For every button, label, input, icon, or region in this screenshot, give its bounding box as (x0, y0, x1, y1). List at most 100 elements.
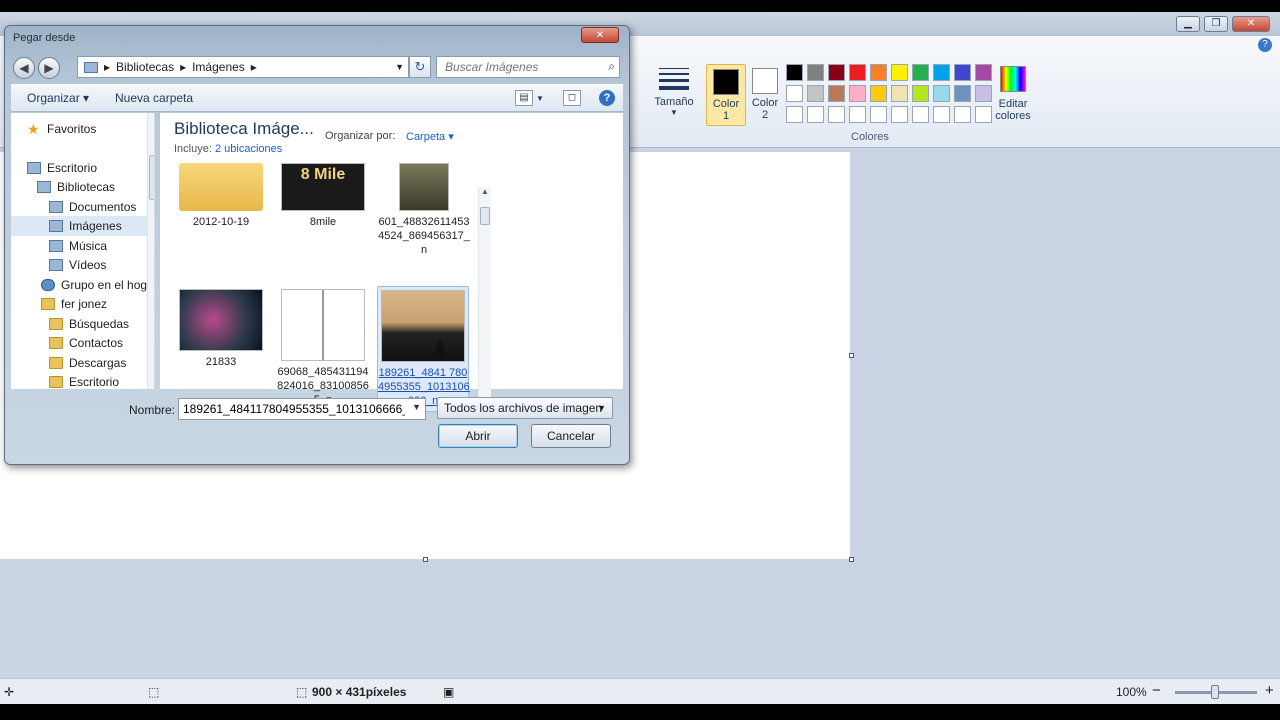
scroll-up-icon[interactable]: ▲ (481, 187, 489, 196)
nav-item-bibliotecas[interactable]: Bibliotecas (37, 177, 115, 197)
locations-link[interactable]: 2 ubicaciones (215, 143, 282, 155)
palette-swatch[interactable] (891, 106, 908, 123)
palette-swatch[interactable] (912, 64, 929, 81)
palette-swatch[interactable] (912, 106, 929, 123)
open-button[interactable]: Abrir (438, 424, 518, 448)
nav-item-fer-jonez[interactable]: fer jonez (41, 294, 107, 314)
nav-item-escritorio[interactable]: Escritorio (27, 158, 97, 178)
resize-handle-right[interactable] (849, 353, 854, 358)
palette-swatch[interactable] (933, 85, 950, 102)
palette-swatch[interactable] (828, 64, 845, 81)
help-icon[interactable]: ? (1258, 38, 1272, 52)
nav-item-videos[interactable]: Vídeos (49, 255, 106, 275)
address-bar[interactable]: ▸ Bibliotecas ▸ Imágenes ▸ ▼ (77, 56, 409, 78)
palette-swatch[interactable] (828, 85, 845, 102)
palette-swatch[interactable] (933, 64, 950, 81)
filename-input[interactable] (179, 399, 405, 419)
palette-swatch[interactable] (849, 64, 866, 81)
nav-item-documentos[interactable]: Documentos (49, 197, 136, 217)
file-tile[interactable]: 69068_485431194 824016_83100856 5_n (277, 289, 369, 407)
breadcrumb-imagenes[interactable]: Imágenes (192, 60, 245, 74)
arrange-dropdown[interactable]: Carpeta ▾ (406, 130, 454, 143)
palette-swatch[interactable] (954, 106, 971, 123)
nav-item-descargas[interactable]: Descargas (49, 353, 126, 373)
filetype-dropdown[interactable]: Todos los archivos de imagen ▼ (437, 397, 613, 419)
files-scrollbar[interactable]: ▲ ▼ (478, 187, 491, 411)
nav-item-busquedas[interactable]: Búsquedas (49, 314, 129, 334)
user-icon (41, 298, 55, 310)
new-folder-button[interactable]: Nueva carpeta (115, 91, 193, 105)
palette-swatch[interactable] (807, 64, 824, 81)
file-tile[interactable]: 601_48832611453 4524_869456317_ n (378, 163, 470, 257)
palette-swatch[interactable] (912, 85, 929, 102)
file-tile[interactable]: 2012-10-19 (175, 163, 267, 229)
palette-swatch[interactable] (849, 106, 866, 123)
palette-swatch[interactable] (786, 64, 803, 81)
palette-swatch[interactable] (807, 85, 824, 102)
palette-swatch[interactable] (870, 85, 887, 102)
zoom-out-button[interactable]: − (1152, 682, 1161, 699)
nav-item-favoritos[interactable]: ★ Favoritos (27, 119, 96, 139)
edit-colors-button[interactable]: Editar colores (994, 66, 1032, 122)
breadcrumb-bibliotecas[interactable]: Bibliotecas (116, 60, 174, 74)
palette-swatch[interactable] (828, 106, 845, 123)
organize-button[interactable]: Organizar ▾ (27, 91, 89, 105)
palette-swatch[interactable] (933, 106, 950, 123)
maximize-icon[interactable]: ❐ (1204, 16, 1228, 32)
nav-item-escritorio-2[interactable]: Escritorio (49, 372, 119, 389)
close-icon[interactable]: ✕ (1232, 16, 1270, 32)
file-tile[interactable]: 8 Mile 8mile (277, 163, 369, 229)
cancel-button[interactable]: Cancelar (531, 424, 611, 448)
file-tile-selected[interactable]: 189261_4841 780 4955355_1013106 666_n (377, 286, 470, 412)
chevron-down-icon[interactable]: ▼ (412, 402, 421, 412)
zoom-in-button[interactable]: + (1265, 682, 1274, 699)
view-options-icon[interactable]: ▤ (515, 90, 533, 106)
palette-swatch[interactable] (807, 106, 824, 123)
dialog-close-icon[interactable]: ✕ (581, 27, 619, 43)
palette-swatch[interactable] (870, 106, 887, 123)
palette-swatch[interactable] (891, 64, 908, 81)
file-tile[interactable]: 21833 (175, 289, 267, 369)
nav-item-contactos[interactable]: Contactos (49, 333, 123, 353)
resize-handle-bottom[interactable] (423, 557, 428, 562)
preview-pane-icon[interactable]: ◻ (563, 90, 581, 106)
palette-swatch[interactable] (954, 64, 971, 81)
nav-item-imagenes[interactable]: Imágenes (11, 216, 147, 236)
search-input[interactable] (437, 57, 597, 77)
file-name: 601_48832611453 4524_869456317_ n (378, 216, 470, 256)
palette-swatch[interactable] (870, 64, 887, 81)
palette-swatch[interactable] (786, 85, 803, 102)
zoom-slider-thumb[interactable] (1211, 685, 1219, 699)
desktop-icon (49, 376, 63, 388)
minimize-icon[interactable]: ▁ (1176, 16, 1200, 32)
nav-item-grupo-hogar[interactable]: Grupo en el hoga (41, 275, 154, 295)
help-icon[interactable]: ? (599, 90, 615, 106)
palette-swatch[interactable] (954, 85, 971, 102)
back-icon[interactable]: ◀ (13, 57, 35, 79)
nav-item-label: Imágenes (69, 219, 122, 233)
palette-swatch[interactable] (786, 106, 803, 123)
palette-swatch[interactable] (975, 85, 992, 102)
palette-swatch[interactable] (975, 106, 992, 123)
nav-item-label: fer jonez (61, 297, 108, 311)
homegroup-icon (41, 279, 55, 291)
color1-button[interactable]: Color 1 (706, 64, 746, 126)
forward-icon[interactable]: ▶ (38, 57, 60, 79)
search-icon[interactable]: ⌕ (608, 59, 615, 74)
tamano-button[interactable]: Tamaño ▼ (652, 62, 696, 117)
color2-button[interactable]: Color 2 (745, 64, 785, 126)
search-box[interactable]: ⌕ (436, 56, 620, 78)
chevron-down-icon[interactable]: ▼ (536, 94, 544, 103)
refresh-icon[interactable]: ↻ (409, 56, 431, 78)
filename-field[interactable]: ▼ (178, 398, 426, 420)
nav-scrollbar[interactable] (147, 113, 154, 389)
resize-handle-corner[interactable] (849, 557, 854, 562)
nav-item-musica[interactable]: Música (49, 236, 107, 256)
nav-scrollbar-thumb[interactable] (149, 155, 154, 200)
palette-swatch[interactable] (975, 64, 992, 81)
files-scrollbar-thumb[interactable] (480, 207, 490, 225)
palette-swatch[interactable] (849, 85, 866, 102)
palette-swatch[interactable] (891, 85, 908, 102)
chevron-down-icon[interactable]: ▼ (395, 62, 404, 72)
pictures-icon (49, 220, 63, 232)
